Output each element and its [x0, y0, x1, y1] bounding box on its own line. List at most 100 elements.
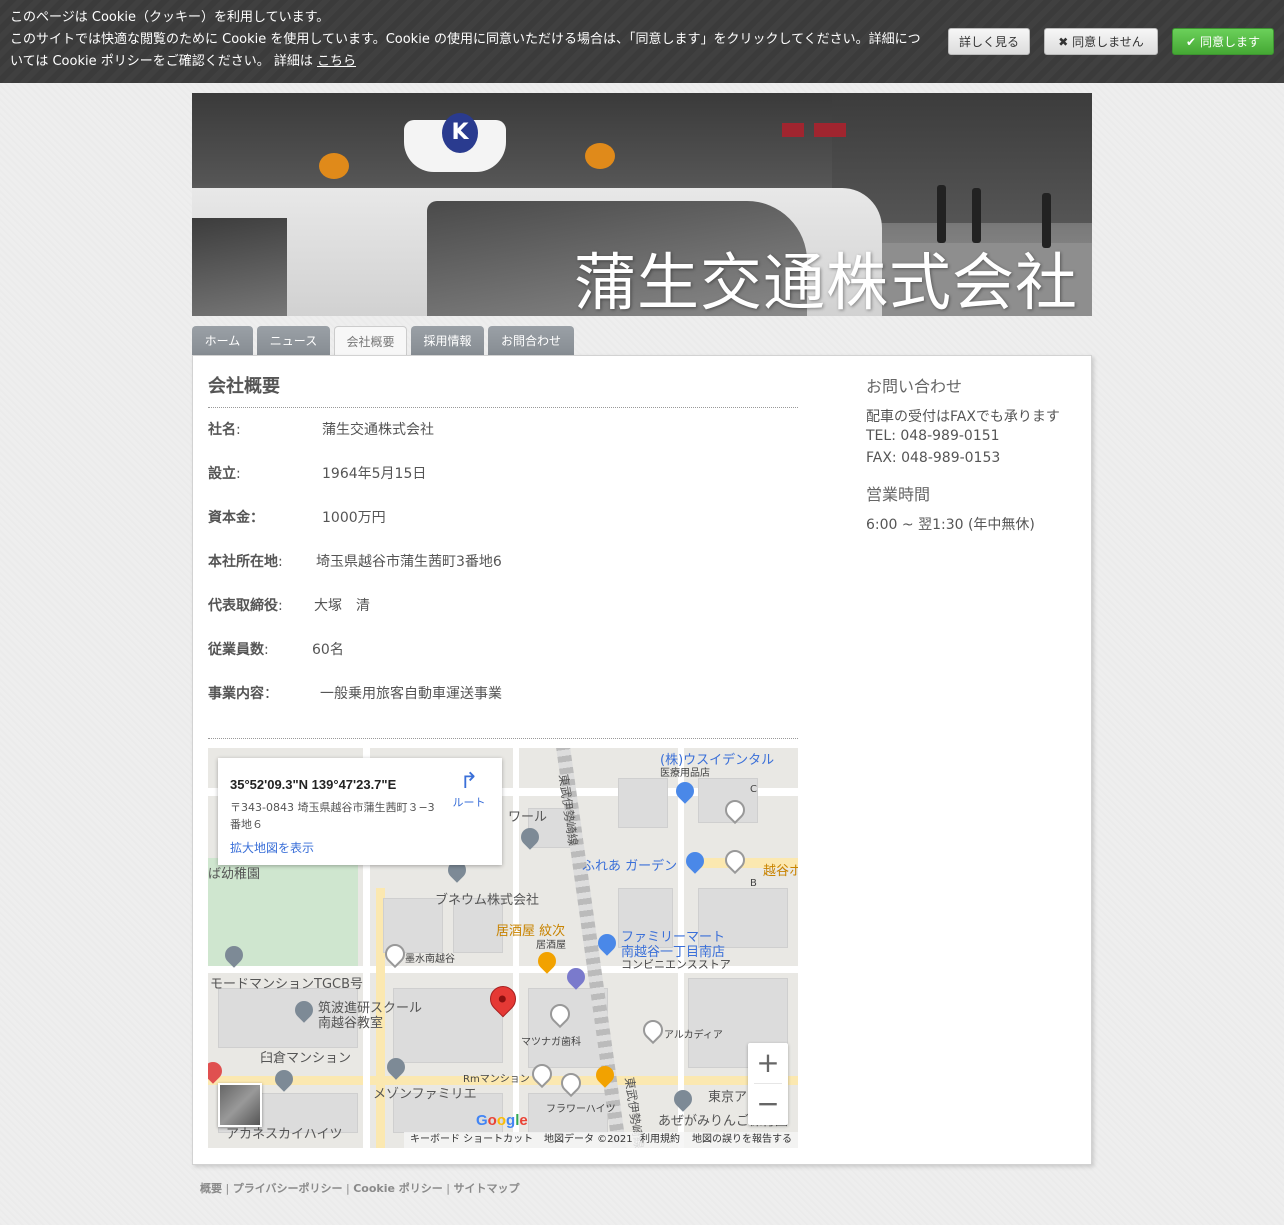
info-row-capital: 資本金： 1000万円 [208, 508, 386, 528]
tel-number: TEL: 048-989-0151 [866, 428, 1000, 444]
footer-links: 概要 | プライバシーポリシー | Cookie ポリシー | サイトマップ [200, 1180, 519, 1196]
map-label: アルカディア [664, 1030, 723, 1041]
info-row-employees: 従業員数: 60名 [208, 640, 344, 660]
satellite-toggle[interactable] [218, 1083, 262, 1127]
cookie-text: このページは Cookie（クッキー）を利用しています。 このサイトでは快適な閲… [10, 7, 930, 73]
tab-news[interactable]: ニュース [257, 326, 330, 356]
divider [208, 407, 798, 408]
taxi-lamp-logo: K [442, 113, 478, 153]
cookie-more-button[interactable]: 詳しく見る [948, 28, 1030, 55]
row-sep: : [236, 422, 241, 438]
info-row-address: 本社所在地: 埼玉県越谷市蒲生茜町3番地6 [208, 552, 502, 572]
map-label: 臼倉マンション [260, 1051, 352, 1066]
cookie-accept-button[interactable]: ✔ 同意します [1172, 28, 1274, 55]
cookie-line2: このサイトでは快適な閲覧のために Cookie を使用しています。Cookie … [10, 29, 930, 73]
map-label: 東京ア [708, 1090, 748, 1105]
hours-heading: 営業時間 [866, 485, 931, 504]
divider [208, 738, 798, 739]
footer-link-cookie[interactable]: Cookie ポリシー [353, 1182, 443, 1195]
zoom-out-button[interactable]: − [748, 1084, 788, 1124]
row-value: 一般乗用旅客自動車運送事業 [320, 686, 502, 702]
row-label: 代表取締役 [208, 598, 278, 614]
cookie-description: このサイトでは快適な閲覧のために Cookie を使用しています。Cookie … [10, 32, 921, 69]
map-label: 居酒屋 [536, 940, 566, 951]
shop-pin-icon [672, 778, 698, 804]
row-sep: : [278, 598, 283, 614]
map-label: 南越谷教室 [318, 1016, 384, 1031]
taxi-marker-light [319, 153, 349, 179]
row-sep: ： [264, 686, 278, 702]
row-value: 埼玉県越谷市蒲生茜町3番地6 [316, 554, 502, 570]
shop-pin-icon [682, 848, 708, 874]
row-value: 1000万円 [322, 510, 386, 526]
route-button[interactable]: ↱ ルート [446, 770, 492, 810]
cookie-decline-button[interactable]: ✖ 同意しません [1044, 28, 1158, 55]
row-label: 従業員数 [208, 642, 264, 658]
contact-heading: お問い合わせ [866, 377, 963, 396]
header-banner: K 蒲生交通株式会社 [192, 93, 1092, 316]
header-awning [814, 123, 846, 137]
map-block [618, 778, 668, 828]
zoom-in-button[interactable]: + [748, 1043, 788, 1083]
map-info-window: 35°52'09.3"N 139°47'23.7"E 〒343-0843 埼玉県… [218, 758, 502, 865]
map-label: 墨水南越谷 [405, 954, 455, 965]
cookie-details-link[interactable]: こちら [317, 54, 356, 69]
school-pin-icon [670, 1086, 696, 1112]
cookie-accept-label: 同意します [1199, 35, 1260, 49]
map-label: 越谷ホ [763, 864, 798, 879]
row-label: 資本金： [208, 510, 264, 526]
row-value: 大塚 清 [314, 598, 370, 614]
google-map[interactable]: 東武伊勢崎線 東武伊勢崎線 (株)ウスイデンタル 医療用品店 ワール C ふれあ… [208, 748, 798, 1148]
row-value: 1964年5月15日 [322, 466, 427, 482]
row-sep: : [236, 466, 241, 482]
map-label: コンビニエンスストア [621, 958, 731, 971]
row-label: 本社所在地 [208, 554, 278, 570]
map-label: メゾンファミリエ [373, 1087, 477, 1102]
row-sep: : [278, 554, 283, 570]
tab-contact[interactable]: お問合わせ [488, 326, 574, 356]
map-label: B [750, 878, 757, 889]
cookie-line1: このページは Cookie（クッキー）を利用しています。 [10, 10, 330, 25]
place-pin-icon [638, 1015, 668, 1045]
map-label: Rmマンション [463, 1074, 530, 1085]
row-label: 事業内容 [208, 686, 264, 702]
map-label: マツナガ歯科 [521, 1037, 581, 1048]
map-label: ふれあ ガーデン [582, 859, 678, 874]
map-label: フラワーハイツ [546, 1104, 616, 1115]
cookie-banner: このページは Cookie（クッキー）を利用しています。 このサイトでは快適な閲… [0, 0, 1284, 83]
info-row-business: 事業内容： 一般乗用旅客自動車運送事業 [208, 684, 502, 704]
directions-icon: ↱ [459, 769, 479, 794]
map-label: 医療用品店 [660, 768, 710, 779]
header-bollard [1042, 193, 1051, 248]
info-row-name: 社名: 蒲生交通株式会社 [208, 420, 434, 440]
map-address: 〒343-0843 埼玉県越谷市蒲生茜町３−3番地６ [230, 801, 435, 831]
footer-separator: | [442, 1182, 454, 1195]
map-coordinates: 35°52'09.3"N 139°47'23.7"E [230, 777, 397, 792]
row-sep: : [264, 642, 269, 658]
close-icon: ✖ [1058, 35, 1069, 49]
header-bollard [937, 185, 946, 243]
terms-link[interactable]: 利用規約 [640, 1132, 680, 1148]
footer-separator: | [222, 1182, 233, 1195]
tab-recruit[interactable]: 採用情報 [411, 326, 484, 356]
info-row-founded: 設立: 1964年5月15日 [208, 464, 426, 484]
zoom-control: + − [748, 1043, 788, 1125]
keyboard-shortcuts-link[interactable]: キーボード ショートカット [410, 1132, 533, 1148]
tab-company[interactable]: 会社概要 [334, 326, 407, 357]
cookie-decline-label: 同意しません [1072, 35, 1144, 49]
fax-number: FAX: 048-989-0153 [866, 450, 1001, 466]
report-error-link[interactable]: 地図の誤りを報告する [692, 1132, 792, 1148]
enlarge-map-link[interactable]: 拡大地図を表示 [230, 839, 314, 856]
footer-link-privacy[interactable]: プライバシーポリシー [233, 1182, 343, 1195]
tab-home[interactable]: ホーム [192, 326, 253, 356]
place-pin-icon [720, 845, 750, 875]
footer-link-sitemap[interactable]: サイトマップ [453, 1182, 519, 1195]
header-taxi-window [192, 218, 287, 316]
footer-separator: | [342, 1182, 354, 1195]
info-row-ceo: 代表取締役: 大塚 清 [208, 596, 370, 616]
row-value: 蒲生交通株式会社 [322, 422, 434, 438]
map-data-label: 地図データ ©2021 [544, 1134, 633, 1145]
row-label: 社名 [208, 422, 236, 438]
map-label: モードマンションTGCB号 [210, 977, 364, 992]
footer-link-overview[interactable]: 概要 [200, 1182, 222, 1195]
